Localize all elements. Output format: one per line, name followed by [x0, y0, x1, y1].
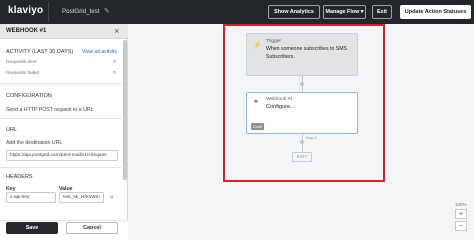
webhook-description: Configure...: [266, 104, 295, 110]
trigger-description: When someone subscribes to SMS Subscribe…: [266, 46, 348, 60]
show-analytics-button[interactable]: Show Analytics: [268, 5, 320, 19]
top-bar: klaviyo PostGrid_test ✎ Show Analytics M…: [0, 0, 474, 24]
connector-node[interactable]: [300, 82, 304, 86]
section-divider: [0, 118, 122, 119]
trigger-card[interactable]: ⚡ Trigger When someone subscribes to SMS…: [246, 33, 358, 76]
header-key-input[interactable]: x-api-key: [6, 192, 56, 203]
activity-heading: ACTIVITY (LAST 30 DAYS): [6, 49, 74, 55]
url-heading: URL: [6, 127, 18, 133]
panel-header: WEBHOOK #1 ×: [0, 24, 128, 39]
exit-node: EXIT: [292, 152, 312, 162]
headers-heading: HEADERS: [6, 174, 33, 180]
save-button[interactable]: Save: [6, 222, 58, 234]
requests-failed-label: Requests failed: [6, 71, 40, 76]
webhook-icon: ⚭: [253, 99, 259, 106]
update-action-statuses-button[interactable]: Update Action Statuses: [400, 5, 471, 19]
connector-node[interactable]: [300, 140, 304, 144]
zoom-out-button[interactable]: −: [455, 221, 467, 231]
day-label: Day 0: [306, 135, 317, 140]
section-divider: [0, 83, 122, 84]
configuration-description: Send a HTTP POST request to a URL: [6, 107, 94, 113]
webhook-card[interactable]: ⚭ Webhook #1 Configure... Draft: [246, 92, 358, 134]
exit-button[interactable]: Exit: [372, 5, 392, 19]
edit-pencil-icon[interactable]: ✎: [104, 7, 110, 15]
webhook-settings-panel: WEBHOOK #1 × ACTIVITY (LAST 30 DAYS) Vie…: [0, 24, 128, 240]
url-input[interactable]: https://api.postgrid.com/print-mail/v1/c…: [6, 150, 118, 161]
topbar-divider: [48, 2, 49, 22]
configuration-heading: CONFIGURATION: [6, 93, 52, 99]
section-divider: [0, 167, 122, 168]
url-description: Add the destination URL: [6, 140, 63, 146]
trigger-label: Trigger: [266, 39, 282, 44]
view-all-activity-link[interactable]: View all activity: [82, 49, 117, 55]
trigger-icon: ⚡: [253, 42, 262, 49]
zoom-level: 100%: [455, 202, 467, 207]
remove-header-icon[interactable]: ×: [110, 195, 114, 201]
cancel-button[interactable]: Cancel: [66, 222, 118, 234]
close-icon[interactable]: ×: [114, 26, 119, 36]
header-value-input[interactable]: test_sk_NfKsWm: [59, 192, 104, 203]
panel-title: WEBHOOK #1: [6, 28, 47, 34]
requests-failed-value: 0: [113, 71, 116, 76]
klaviyo-logo[interactable]: klaviyo: [8, 5, 43, 16]
draft-badge: Draft: [251, 123, 264, 130]
manage-flow-button[interactable]: Manage Flow ▾: [323, 5, 366, 19]
requests-sent-value: 0: [113, 60, 116, 65]
flow-name[interactable]: PostGrid_test: [62, 8, 100, 15]
zoom-in-button[interactable]: +: [455, 209, 467, 219]
requests-sent-label: Requests sent: [6, 60, 37, 65]
webhook-label: Webhook #1: [266, 97, 293, 102]
panel-scrollbar[interactable]: [123, 40, 127, 180]
